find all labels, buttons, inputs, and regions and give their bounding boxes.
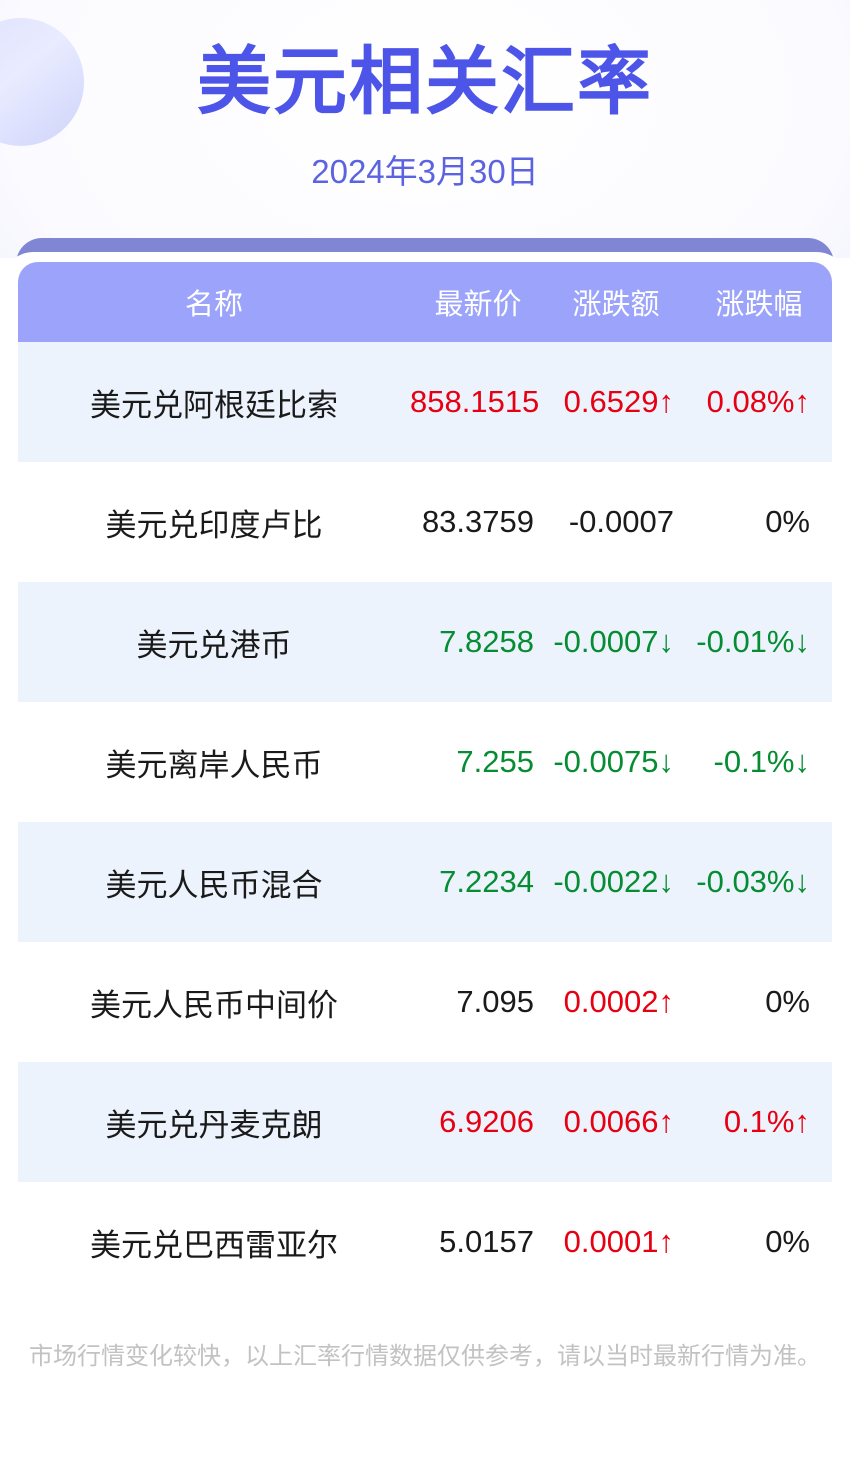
cell-latest-price: 7.255 [456, 744, 534, 779]
table-header-row: 名称 最新价 涨跌额 涨跌幅 [18, 262, 832, 342]
table-row: 美元兑港币 7.8258 -0.0007↓ -0.01%↓ [18, 582, 832, 702]
cell-latest-price: 858.1515 [410, 384, 540, 419]
cell-change-percent: 0% [765, 504, 810, 539]
exchange-rate-table: 名称 最新价 涨跌额 涨跌幅 美元兑阿根廷比索 858.1515 0.6529↑ 0.… [0, 252, 850, 1302]
cell-change-percent: -0.01%↓ [696, 624, 810, 659]
cell-currency-name: 美元兑巴西雷亚尔 [90, 1227, 338, 1263]
cell-change-amount: -0.0007↓ [553, 624, 674, 659]
cell-change-percent: 0% [765, 1224, 810, 1259]
cell-latest-price: 5.0157 [439, 1224, 534, 1259]
cell-change-amount: -0.0007 [568, 504, 674, 539]
table-row: 美元离岸人民币 7.255 -0.0075↓ -0.1%↓ [18, 702, 832, 822]
column-header-name: 名称 [184, 289, 243, 321]
table-row: 美元兑印度卢比 83.3759 -0.0007 0% [18, 462, 832, 582]
page-date: 2024年3月30日 [311, 153, 539, 190]
cell-latest-price: 7.8258 [439, 624, 534, 659]
hero-banner: 美元相关汇率 2024年3月30日 [0, 0, 850, 258]
cell-currency-name: 美元兑阿根廷比索 [90, 387, 338, 423]
column-header-change: 涨跌额 [572, 289, 660, 321]
cell-change-percent: -0.1%↓ [713, 744, 810, 779]
cell-currency-name: 美元兑丹麦克朗 [105, 1107, 323, 1143]
column-header-percent: 涨跌幅 [715, 289, 803, 321]
cell-change-amount: 0.0066↑ [563, 1104, 674, 1139]
cell-change-percent: -0.03%↓ [696, 864, 810, 899]
cell-change-amount: 0.0001↑ [563, 1224, 674, 1259]
table-row: 美元人民币中间价 7.095 0.0002↑ 0% [18, 942, 832, 1062]
cell-change-amount: -0.0022↓ [553, 864, 674, 899]
cell-currency-name: 美元人民币中间价 [90, 987, 338, 1023]
cell-change-percent: 0% [765, 984, 810, 1019]
cell-change-amount: -0.0075↓ [553, 744, 674, 779]
cell-change-amount: 0.6529↑ [563, 384, 674, 419]
table-row: 美元人民币混合 7.2234 -0.0022↓ -0.03%↓ [18, 822, 832, 942]
cell-currency-name: 美元离岸人民币 [105, 747, 323, 783]
cell-change-amount: 0.0002↑ [563, 984, 674, 1019]
cell-change-percent: 0.08%↑ [706, 384, 810, 419]
table-row: 美元兑阿根廷比索 858.1515 0.6529↑ 0.08%↑ [18, 342, 832, 462]
column-header-price: 最新价 [434, 289, 522, 321]
exchange-rate-infographic: 美元相关汇率 2024年3月30日 南方财富网 outhmoney.com 名称… [0, 0, 850, 1470]
table-row: 美元兑丹麦克朗 6.9206 0.0066↑ 0.1%↑ [18, 1062, 832, 1182]
cell-currency-name: 美元兑印度卢比 [105, 507, 323, 543]
cell-latest-price: 7.095 [456, 984, 534, 1019]
cell-latest-price: 6.9206 [439, 1104, 534, 1139]
disclaimer-note: 市场行情变化较快，以上汇率行情数据仅供参考，请以当时最新行情为准。 [29, 1343, 821, 1370]
cell-latest-price: 7.2234 [439, 864, 534, 899]
table-row: 美元兑巴西雷亚尔 5.0157 0.0001↑ 0% [18, 1182, 832, 1302]
cell-change-percent: 0.1%↑ [723, 1104, 810, 1139]
page-title: 美元相关汇率 [197, 40, 653, 123]
cell-currency-name: 美元兑港币 [136, 627, 292, 663]
cell-currency-name: 美元人民币混合 [105, 867, 323, 903]
cell-latest-price: 83.3759 [421, 504, 534, 539]
